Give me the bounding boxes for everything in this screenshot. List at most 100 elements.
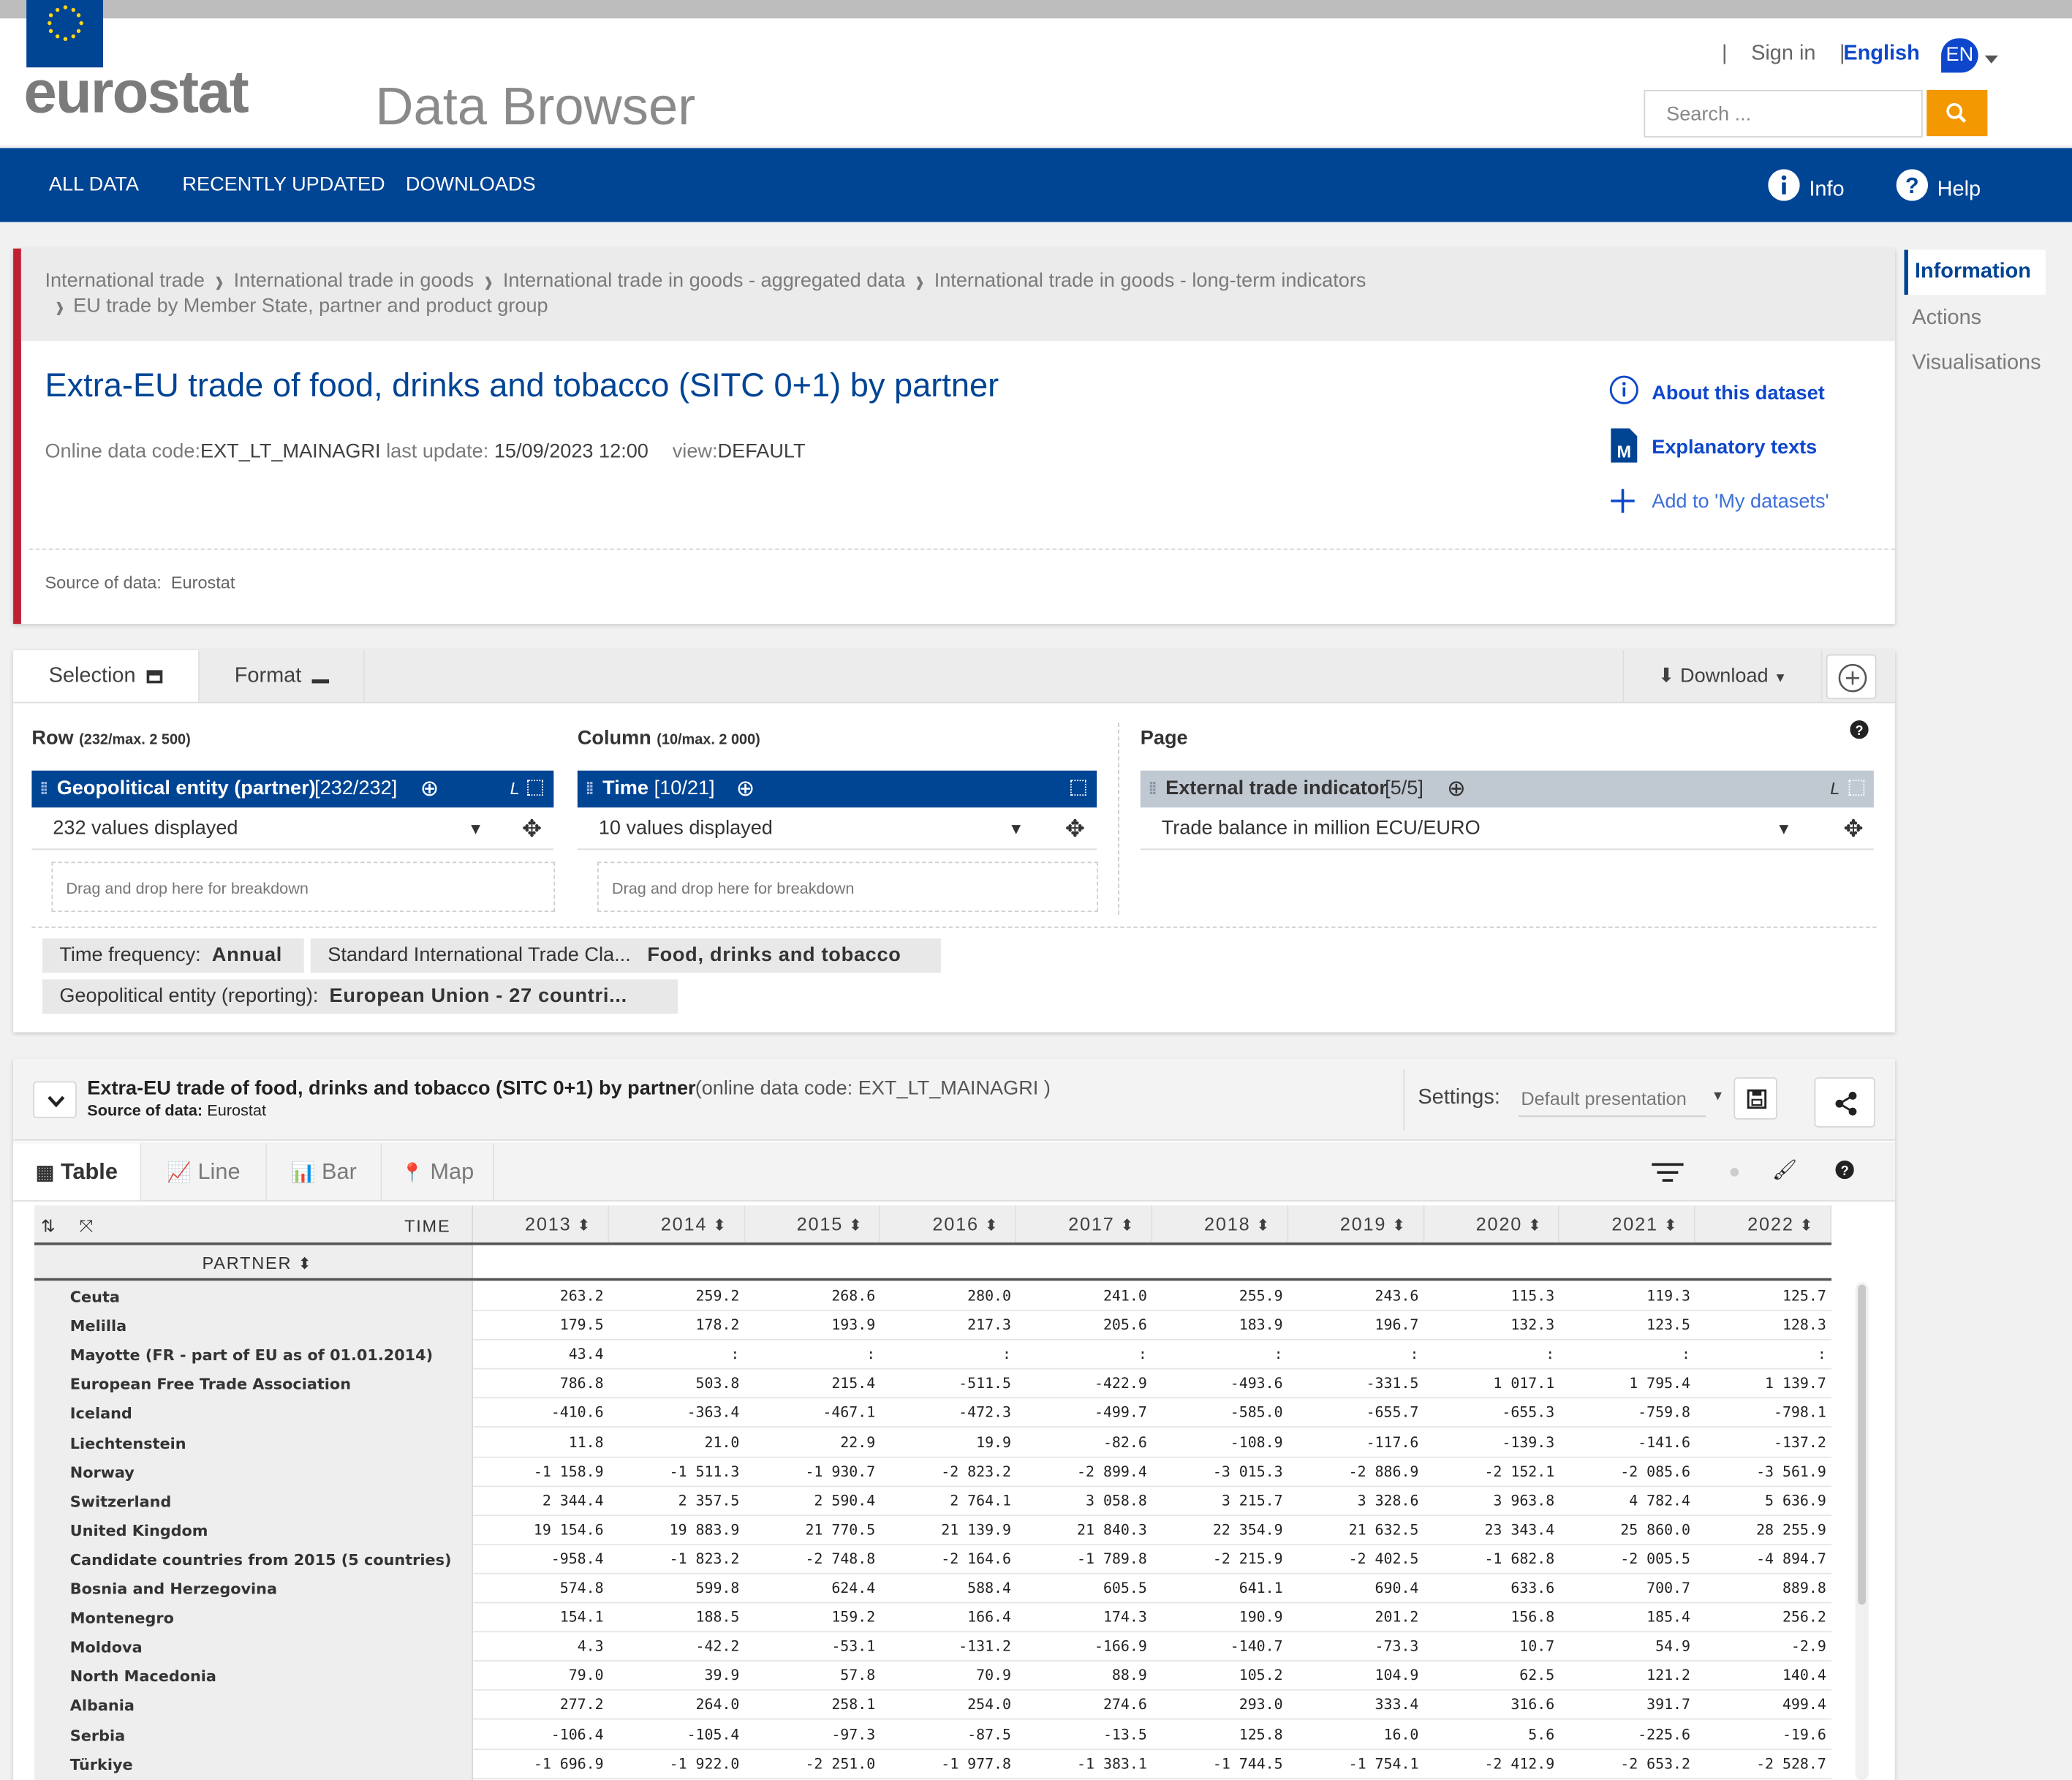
sort-arrows-icon[interactable]: ⬍ [979,1216,999,1234]
table-cell[interactable]: -97.3 [757,1720,875,1749]
table-cell[interactable]: 268.6 [757,1282,875,1311]
side-menu-visualisations[interactable]: Visualisations [1912,352,2041,376]
add-circle-icon[interactable]: ⊕ [420,771,439,808]
table-cell[interactable]: 190.9 [1164,1604,1283,1633]
table-cell[interactable]: : [621,1340,739,1370]
select-all-icon[interactable] [527,780,543,796]
table-cell[interactable]: 391.7 [1571,1691,1690,1720]
sort-arrows-icon[interactable]: ⬍ [843,1216,863,1234]
table-cell[interactable]: -410.6 [485,1399,604,1428]
table-cell[interactable]: -2 152.1 [1436,1457,1554,1487]
table-cell[interactable]: 132.3 [1436,1311,1554,1340]
table-cell[interactable]: -798.1 [1707,1399,1826,1428]
table-cell[interactable]: 174.3 [1028,1604,1147,1633]
table-cell[interactable]: 62.5 [1436,1662,1554,1691]
table-cell[interactable]: 185.4 [1571,1604,1690,1633]
table-cell[interactable]: 16.0 [1300,1720,1419,1749]
table-cell[interactable]: 19 154.6 [485,1516,604,1545]
share-button[interactable] [1814,1077,1875,1128]
table-cell[interactable]: 128.3 [1707,1311,1826,1340]
nav-downloads[interactable]: DOWNLOADS [406,173,536,196]
table-cell[interactable]: -139.3 [1436,1428,1554,1457]
table-cell[interactable]: 1 017.1 [1436,1370,1554,1399]
chevron-down-icon[interactable] [1984,55,1998,64]
eurostat-logo[interactable]: eurostat [24,59,249,127]
table-cell[interactable]: 166.4 [892,1604,1011,1633]
year-header[interactable]: 2015 ⬍ [745,1205,881,1242]
table-cell[interactable]: 115.3 [1436,1282,1554,1311]
table-cell[interactable]: -422.9 [1028,1370,1147,1399]
year-header[interactable]: 2014 ⬍ [609,1205,745,1242]
table-cell[interactable]: 277.2 [485,1691,604,1720]
year-header[interactable]: 2022 ⬍ [1695,1205,1832,1242]
table-cell[interactable]: : [1300,1340,1418,1370]
table-cell[interactable]: -2 085.6 [1571,1457,1690,1487]
tab-selection[interactable]: Selection [13,650,200,702]
table-cell[interactable]: -472.3 [892,1399,1011,1428]
table-cell[interactable]: -2 215.9 [1164,1545,1283,1575]
table-cell[interactable]: 333.4 [1300,1691,1419,1720]
table-cell[interactable]: 1 795.4 [1571,1370,1690,1399]
nav-help[interactable]: Help [1937,178,1981,203]
row-breakdown-dropzone[interactable]: Drag and drop here for breakdown [51,861,556,913]
table-cell[interactable]: -2 823.2 [892,1457,1011,1487]
search-button[interactable] [1927,89,1988,137]
nav-info[interactable]: Info [1809,178,1844,203]
table-cell[interactable]: 178.2 [621,1311,740,1340]
breadcrumb-item[interactable]: EU trade by Member State, partner and pr… [73,295,548,317]
table-cell[interactable]: 5 636.9 [1707,1487,1826,1516]
table-cell[interactable]: -2 528.7 [1707,1749,1826,1779]
drag-handle-icon[interactable]: ⁞⁞ [39,771,48,808]
table-cell[interactable]: : [1436,1340,1554,1370]
column-dimension-header[interactable]: ⁞⁞ Time [10/21] ⊕ [577,770,1097,808]
table-cell[interactable]: 123.5 [1571,1311,1690,1340]
table-cell[interactable]: : [1571,1340,1690,1370]
table-cell[interactable]: -106.4 [485,1720,604,1749]
table-cell[interactable]: 215.4 [757,1370,875,1399]
save-button[interactable] [1733,1077,1777,1120]
table-cell[interactable]: 574.8 [485,1575,604,1604]
search-input[interactable]: Search ... [1644,89,1923,137]
table-cell[interactable]: : [1028,1340,1147,1370]
tab-line[interactable]: 📈 Line [141,1143,268,1201]
row-dimension-header[interactable]: ⁞⁞ Geopolitical entity (partner) [232/23… [31,770,554,808]
table-cell[interactable]: 54.9 [1571,1632,1690,1662]
table-cell[interactable]: 21.0 [621,1428,740,1457]
table-cell[interactable]: -363.4 [621,1399,740,1428]
table-cell[interactable]: 700.7 [1571,1575,1690,1604]
table-cell[interactable]: -1 158.9 [485,1457,604,1487]
table-cell[interactable]: 889.8 [1707,1575,1826,1604]
table-cell[interactable]: -87.5 [892,1720,1011,1749]
table-cell[interactable]: 43.4 [485,1340,604,1370]
add-to-my-datasets-link[interactable]: Add to 'My datasets' [1652,491,1829,513]
table-cell[interactable]: 2 764.1 [892,1487,1011,1516]
table-cell[interactable]: -655.3 [1436,1399,1554,1428]
scrollbar-thumb[interactable] [1858,1284,1867,1605]
table-cell[interactable]: 4 782.4 [1571,1487,1690,1516]
sort-arrows-icon[interactable]: ⬍ [572,1216,592,1234]
move-icon[interactable]: ✥ [1065,807,1085,850]
table-cell[interactable]: -511.5 [892,1370,1011,1399]
table-cell[interactable]: 259.2 [621,1282,740,1311]
table-cell[interactable]: -1 823.2 [621,1545,740,1575]
year-header[interactable]: 2018 ⬍ [1152,1205,1288,1242]
table-cell[interactable]: 3 328.6 [1300,1487,1419,1516]
table-cell[interactable]: -2 412.9 [1436,1749,1554,1779]
filter-reporting-entity[interactable]: Geopolitical entity (reporting): Europea… [42,979,678,1014]
table-cell[interactable]: -2 402.5 [1300,1545,1419,1575]
table-cell[interactable]: 599.8 [621,1575,740,1604]
table-cell[interactable]: 11.8 [485,1428,604,1457]
table-cell[interactable]: 316.6 [1436,1691,1554,1720]
table-cell[interactable]: -2 005.5 [1571,1545,1690,1575]
table-cell[interactable]: 280.0 [892,1282,1011,1311]
add-circle-icon[interactable]: ⊕ [736,771,755,808]
table-cell[interactable]: -1 682.8 [1436,1545,1554,1575]
sort-arrows-icon[interactable]: ⬍ [707,1216,727,1234]
language-code-badge[interactable]: EN [1941,38,1978,73]
add-view-button[interactable] [1826,654,1877,700]
table-cell[interactable]: 201.2 [1300,1604,1419,1633]
table-cell[interactable]: 22.9 [757,1428,875,1457]
table-cell[interactable]: -655.7 [1300,1399,1419,1428]
nav-all-data[interactable]: ALL DATA [49,173,139,196]
add-circle-icon[interactable]: ⊕ [1447,771,1466,808]
